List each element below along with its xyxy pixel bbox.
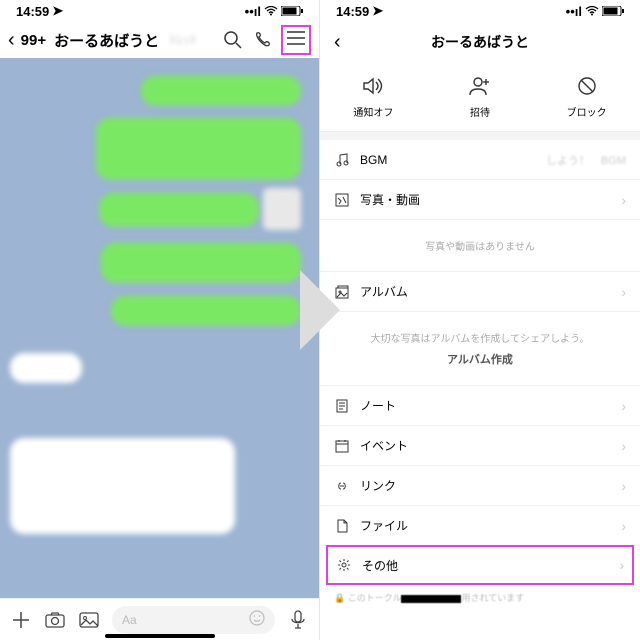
chevron-right-icon: › [621, 438, 626, 454]
row-label: リンク [360, 477, 611, 494]
album-empty-msg[interactable]: 大切な写真はアルバムを作成してシェアしよう。 アルバム作成 [320, 312, 640, 386]
album-row[interactable]: アルバム › [320, 272, 640, 312]
location-arrow-icon: ➤ [372, 3, 383, 19]
emoji-icon[interactable] [249, 610, 265, 629]
chat-header: ‹ 99+ おーるあばうと ﾄﾚｯﾄ [0, 22, 319, 58]
footnote-blurred: 🔒 このトークル用されています [320, 585, 640, 610]
home-indicator[interactable] [105, 634, 215, 638]
album-create-link[interactable]: アルバム作成 [320, 351, 640, 367]
row-label: アルバム [360, 283, 611, 300]
wifi-icon [264, 4, 278, 19]
message-bubble [141, 76, 301, 106]
plus-icon[interactable] [10, 609, 32, 631]
message-input[interactable]: Aa [112, 606, 275, 634]
chevron-right-icon: › [619, 557, 624, 573]
chat-subtitle-blurred: ﾄﾚｯﾄ [169, 30, 197, 50]
file-icon [334, 518, 350, 534]
wifi-icon [585, 4, 599, 19]
right-phone-settings: 14:59 ➤ ••ıl ‹ おーるあばうと 通知オフ 招待 [320, 0, 640, 640]
chat-body-blurred[interactable] [0, 58, 319, 598]
chevron-right-icon: › [621, 398, 626, 414]
person-add-icon [468, 75, 492, 100]
block-action[interactable]: ブロック [533, 62, 640, 131]
status-time: 14:59 [336, 4, 369, 19]
message-bubble [99, 193, 259, 227]
message-bubble [96, 118, 301, 180]
photo-icon [334, 192, 350, 208]
file-row[interactable]: ファイル › [320, 506, 640, 546]
transition-arrow-icon [300, 270, 340, 350]
music-icon [334, 152, 350, 168]
message-bubble [10, 353, 82, 383]
battery-icon [281, 4, 303, 19]
link-icon [334, 478, 350, 494]
image-icon[interactable] [78, 609, 100, 631]
settings-title: おーるあばうと [320, 32, 640, 52]
unread-badge: 99+ [21, 32, 46, 49]
search-icon[interactable] [221, 28, 245, 52]
mic-icon[interactable] [287, 609, 309, 631]
photos-empty-msg: 写真や動画はありません [320, 220, 640, 272]
section-gap [320, 132, 640, 140]
link-row[interactable]: リンク › [320, 466, 640, 506]
status-time: 14:59 [16, 4, 49, 19]
photos-row[interactable]: 写真・動画 › [320, 180, 640, 220]
speaker-icon [361, 75, 385, 100]
camera-icon[interactable] [44, 609, 66, 631]
message-bubble [101, 243, 301, 283]
status-bar-left: 14:59 ➤ ••ıl [0, 0, 319, 22]
other-row-highlighted[interactable]: その他 › [326, 545, 634, 585]
phone-icon[interactable] [251, 28, 275, 52]
note-row[interactable]: ノート › [320, 386, 640, 426]
mute-action[interactable]: 通知オフ [320, 62, 427, 131]
calendar-icon [334, 438, 350, 454]
event-row[interactable]: イベント › [320, 426, 640, 466]
action-label: ブロック [567, 104, 607, 119]
menu-button-highlighted[interactable] [281, 25, 311, 55]
bgm-row[interactable]: BGM しよう！ BGM [320, 140, 640, 180]
chevron-right-icon: › [621, 478, 626, 494]
row-label: その他 [362, 557, 609, 574]
hamburger-icon [287, 31, 305, 50]
row-label: ノート [360, 397, 611, 414]
bgm-hint-blurred: しよう！ BGM [546, 152, 626, 168]
message-bubble [10, 438, 235, 534]
left-phone-chat: 14:59 ➤ ••ıl ‹ 99+ おーるあばうと ﾄﾚｯﾄ [0, 0, 320, 640]
lock-icon: 🔒 [334, 593, 345, 603]
row-label: イベント [360, 437, 611, 454]
gear-icon [336, 557, 352, 573]
signal-icon: ••ıl [245, 4, 261, 19]
note-icon [334, 398, 350, 414]
settings-header: ‹ おーるあばうと [320, 22, 640, 62]
signal-icon: ••ıl [566, 4, 582, 19]
attachment-thumb [263, 188, 301, 230]
chevron-right-icon: › [621, 518, 626, 534]
location-arrow-icon: ➤ [52, 3, 63, 19]
redacted-box [401, 595, 461, 603]
invite-action[interactable]: 招待 [427, 62, 534, 131]
input-placeholder: Aa [122, 613, 137, 627]
status-bar-right: 14:59 ➤ ••ıl [320, 0, 640, 22]
row-label: ファイル [360, 517, 611, 534]
chevron-right-icon: › [621, 284, 626, 300]
row-label: 写真・動画 [360, 191, 611, 208]
chevron-right-icon: › [621, 192, 626, 208]
battery-icon [602, 4, 624, 19]
action-label: 通知オフ [353, 104, 393, 119]
back-button[interactable]: ‹ [8, 29, 15, 52]
action-label: 招待 [470, 104, 490, 119]
row-label: BGM [360, 153, 536, 167]
block-icon [575, 75, 599, 100]
chat-title: おーるあばうと [54, 30, 159, 51]
action-row: 通知オフ 招待 ブロック [320, 62, 640, 132]
message-bubble [111, 296, 301, 326]
